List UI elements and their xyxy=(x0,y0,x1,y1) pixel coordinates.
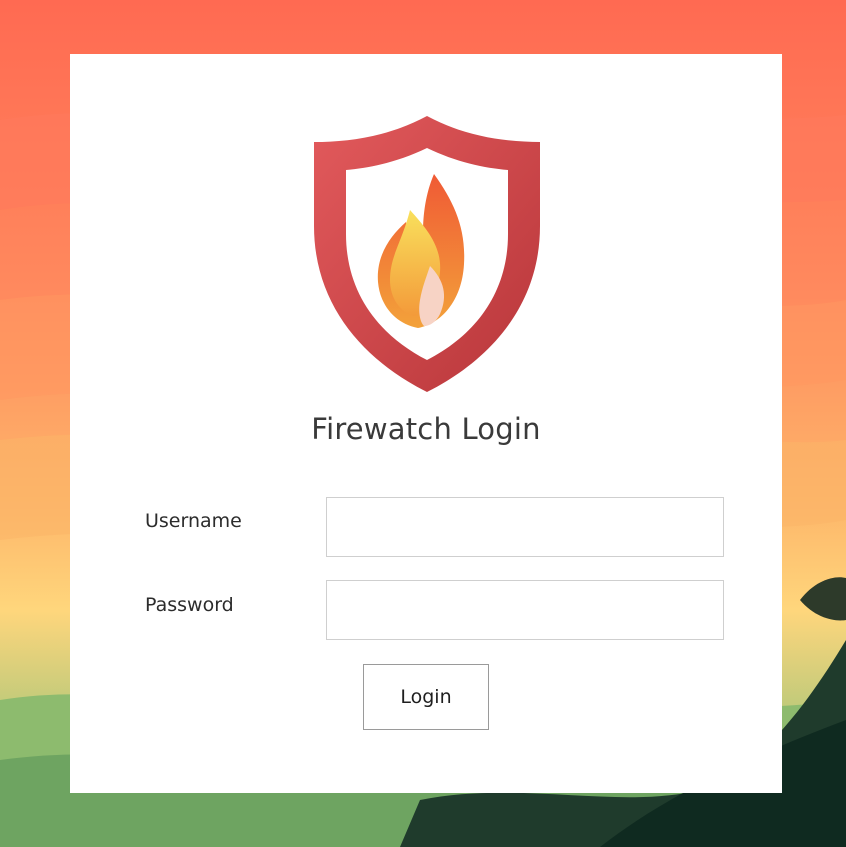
flame-shield-icon xyxy=(314,116,540,392)
page-title: Firewatch Login xyxy=(311,412,541,446)
username-label: Username xyxy=(145,510,242,532)
username-input[interactable] xyxy=(326,497,724,557)
login-button[interactable]: Login xyxy=(363,664,489,730)
password-label: Password xyxy=(145,594,234,616)
login-card: Firewatch Login Username Password Login xyxy=(70,54,782,793)
password-input[interactable] xyxy=(326,580,724,640)
